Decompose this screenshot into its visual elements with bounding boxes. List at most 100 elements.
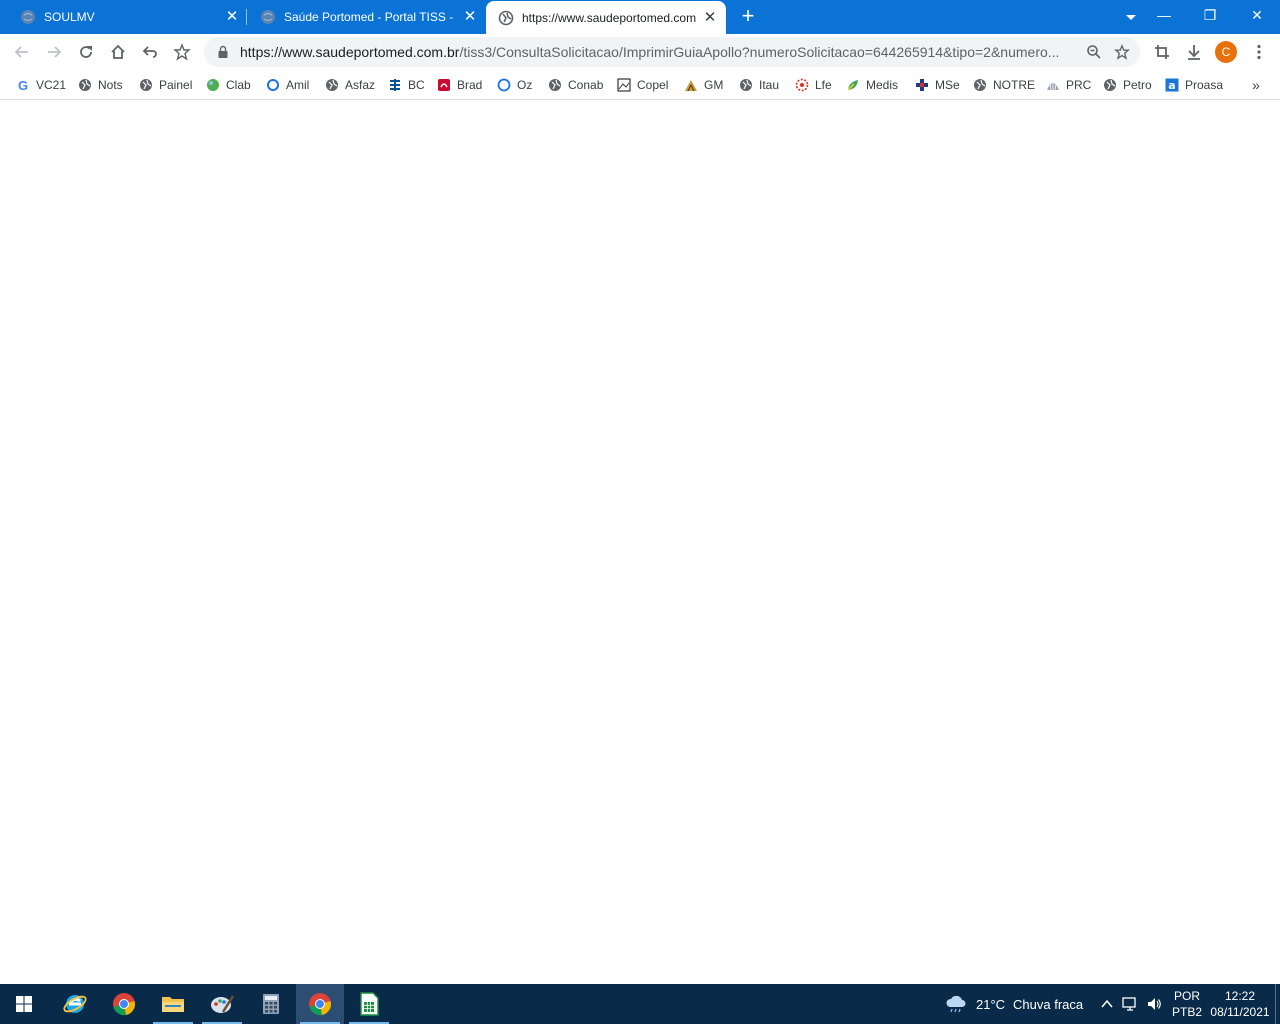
close-icon[interactable]: ✕ (224, 9, 240, 25)
bookmark-label: Medis (866, 78, 899, 92)
tab-title: SOULMV (44, 10, 95, 24)
home-button[interactable] (104, 38, 132, 66)
new-tab-button[interactable]: + (736, 5, 760, 29)
globe-icon (78, 78, 92, 92)
tab-soulmv[interactable]: SOULMV ✕ (0, 0, 248, 34)
internet-explorer-button[interactable] (51, 984, 99, 1024)
bookmark-gm[interactable]: GM (684, 75, 723, 95)
crop-extension-button[interactable] (1148, 38, 1176, 66)
tab-strip: SOULMV ✕ Saúde Portomed - Portal TISS - … (0, 0, 1280, 34)
paint-button[interactable] (198, 984, 246, 1024)
chrome-active-button[interactable] (296, 984, 344, 1024)
bookmark-amil[interactable]: Amil (266, 75, 309, 95)
leaf-icon (846, 78, 860, 92)
restore-button[interactable]: ❐ (1187, 0, 1233, 30)
svg-text:a: a (1168, 79, 1175, 92)
chrome-icon (113, 993, 135, 1016)
zoom-icon[interactable] (1080, 38, 1108, 66)
weather-desc: Chuva fraca (1013, 996, 1084, 1012)
globe-icon (325, 78, 339, 92)
language-indicator[interactable]: POR PTB2 (1172, 988, 1202, 1020)
bookmark-clab[interactable]: Clab (206, 75, 251, 95)
bookmarks-overflow-button[interactable]: » (1246, 75, 1266, 95)
close-icon[interactable]: ✕ (702, 9, 718, 26)
volume-icon (1148, 998, 1161, 1010)
crop-icon (1155, 45, 1169, 59)
bookmark-petro[interactable]: Petro (1103, 75, 1152, 95)
bookmark-proasa[interactable]: a Proasa (1165, 75, 1223, 95)
globe-icon (1103, 78, 1117, 92)
bookmark-label: Clab (226, 78, 251, 92)
bookmark-label: Petro (1123, 78, 1152, 92)
bookmark-painel[interactable]: Painel (139, 75, 192, 95)
show-desktop-button[interactable] (1275, 984, 1280, 1024)
bookmark-star-button[interactable] (168, 38, 196, 66)
chrome-button[interactable] (100, 984, 148, 1024)
star-icon[interactable] (1108, 38, 1136, 66)
minimize-button[interactable]: — (1141, 0, 1187, 30)
bookmark-copel[interactable]: Copel (617, 75, 668, 95)
folder-icon (162, 997, 184, 1012)
bookmark-brad[interactable]: Brad (437, 75, 482, 95)
taskbar: 21°C Chuva fraca POR PTB2 12:22 08/11/20… (0, 984, 1280, 1024)
menu-button[interactable] (1245, 38, 1273, 66)
tab-active-guia[interactable]: https://www.saudeportomed.com.br/tiss3/C… (486, 1, 726, 34)
close-icon[interactable]: ✕ (462, 9, 478, 25)
bookmark-notre[interactable]: NOTRE (973, 75, 1035, 95)
bookmark-conab[interactable]: Conab (548, 75, 603, 95)
bookmark-label: MSe (935, 78, 960, 92)
bookmark-label: Proasa (1185, 78, 1224, 92)
globe-icon (260, 9, 276, 25)
undo-button[interactable] (136, 38, 164, 66)
download-icon (1188, 45, 1200, 60)
forward-button[interactable] (40, 38, 68, 66)
gm-icon (684, 78, 698, 92)
start-button[interactable] (0, 984, 48, 1024)
downloads-button[interactable] (1180, 38, 1208, 66)
bookmark-label: BC (408, 78, 425, 92)
url-text[interactable]: https://www.saudeportomed.com.br/tiss3/C… (240, 44, 1080, 60)
globe-icon (498, 10, 514, 26)
back-button[interactable] (8, 38, 36, 66)
tab-search-chevron-icon[interactable] (1121, 9, 1141, 25)
url-host: https://www.saudeportomed.com.br (240, 44, 460, 60)
close-window-button[interactable]: ✕ (1234, 0, 1280, 30)
profile-avatar[interactable]: C (1215, 41, 1237, 63)
bookmark-vc21[interactable]: G VC21 (16, 75, 66, 95)
clock-time: 12:22 (1224, 989, 1256, 1003)
chevron-up-icon (1101, 999, 1113, 1008)
bookmark-itau[interactable]: Itau (739, 75, 779, 95)
address-bar[interactable]: https://www.saudeportomed.com.br/tiss3/C… (204, 37, 1140, 67)
bookmark-nots[interactable]: Nots (78, 75, 123, 95)
bookmark-prc[interactable]: PRC (1046, 75, 1091, 95)
bookmarks-bar: G VC21 Nots Painel Clab Amil Asfaz BC Br… (0, 70, 1280, 100)
bookmark-oz[interactable]: Oz (497, 75, 532, 95)
file-explorer-button[interactable] (149, 984, 197, 1024)
weather-widget[interactable]: 21°C Chuva fraca (944, 984, 1083, 1024)
bookmark-mse[interactable]: MSe (915, 75, 960, 95)
lock-icon[interactable] (216, 45, 230, 59)
clock[interactable]: 12:22 08/11/2021 (1208, 988, 1272, 1020)
system-tray-icons (1100, 984, 1162, 1024)
calculator-button[interactable] (247, 984, 295, 1024)
arrow-right-icon (48, 46, 62, 58)
spreadsheet-icon (360, 992, 379, 1016)
bookmark-label: Itau (759, 78, 780, 92)
cloud-rain-icon (946, 995, 966, 1013)
bookmark-medis[interactable]: Medis (846, 75, 898, 95)
tab-portal-tiss[interactable]: Saúde Portomed - Portal TISS - Portomed … (240, 0, 486, 34)
spreadsheet-button[interactable] (345, 984, 393, 1024)
calculator-icon (263, 994, 279, 1014)
globe-icon (739, 78, 753, 92)
bookmark-asfaz[interactable]: Asfaz (325, 75, 375, 95)
image-icon (617, 78, 631, 92)
bradesco-icon (437, 78, 451, 92)
globe-icon (548, 78, 562, 92)
bookmark-lfe[interactable]: Lfe (795, 75, 832, 95)
reload-button[interactable] (72, 38, 100, 66)
globe-icon (139, 78, 153, 92)
bookmark-label: GM (704, 78, 724, 92)
bookmark-label: VC21 (36, 78, 67, 92)
page-content (0, 101, 1280, 984)
bookmark-bc[interactable]: BC (388, 75, 425, 95)
